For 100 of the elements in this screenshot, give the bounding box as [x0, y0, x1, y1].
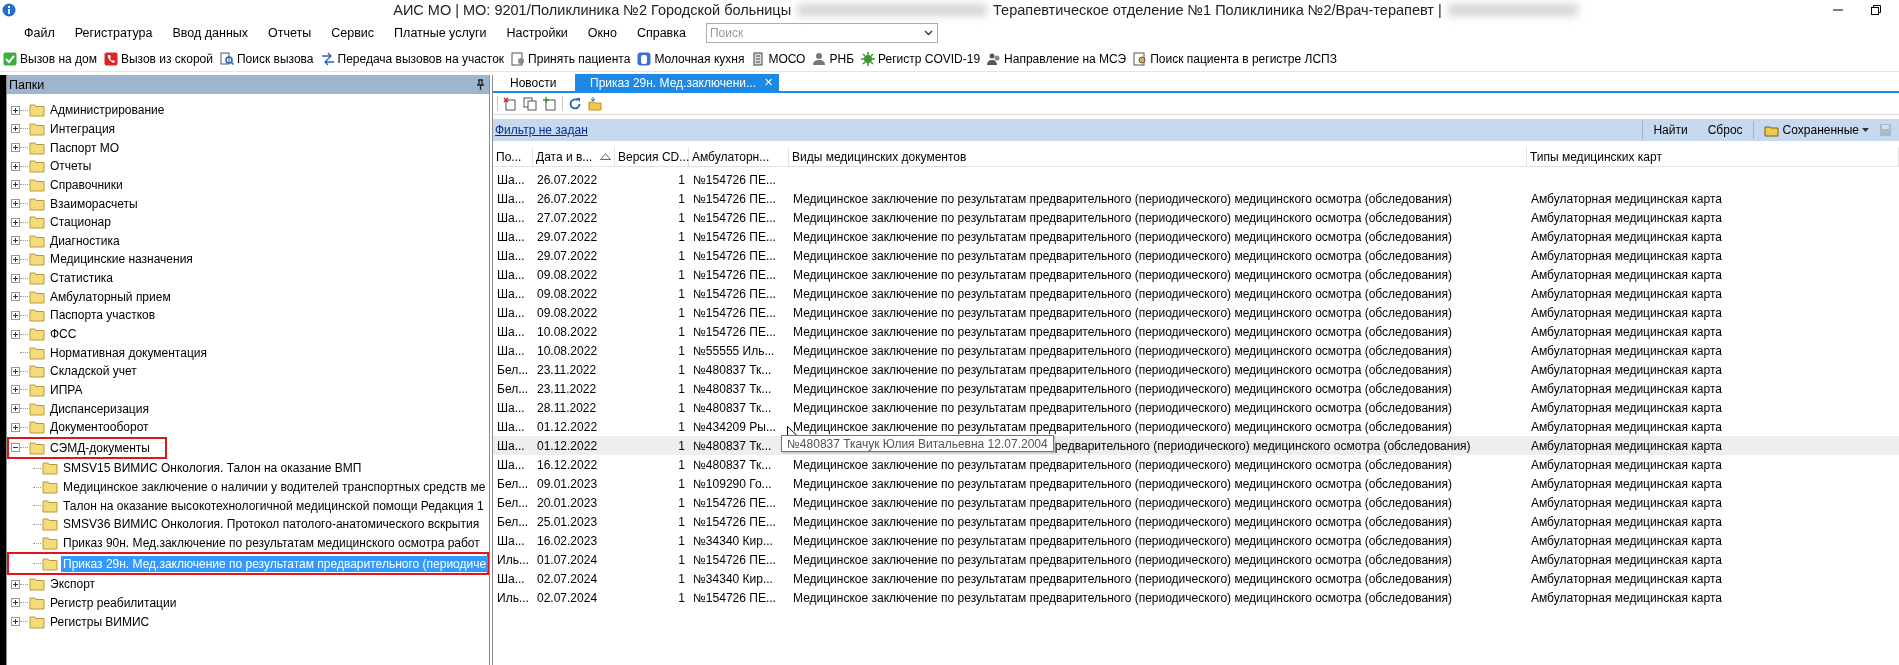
toolbar-button[interactable]: Передача вызовов на участок	[320, 51, 505, 66]
tree-item[interactable]: Справочники	[48, 176, 125, 193]
toolbar-button[interactable]: МОСО	[751, 51, 806, 66]
reset-button[interactable]: Сброс	[1697, 123, 1753, 137]
toolbar-button[interactable]: Вызов на дом	[3, 51, 97, 66]
menu-item[interactable]: Отчеты	[258, 23, 322, 43]
find-button[interactable]: Найти	[1643, 123, 1698, 137]
expand-icon[interactable]	[11, 199, 20, 208]
column-header[interactable]: Амбулаторн...	[689, 147, 789, 166]
tree-item[interactable]: Диспансеризация	[48, 400, 151, 417]
tree-item[interactable]: Статистика	[48, 270, 116, 287]
tree-item[interactable]: Амбулаторный прием	[48, 288, 173, 305]
table-cell-text: Амбулаторная медицинская карта	[1530, 267, 1723, 282]
column-header[interactable]: Версия CD...	[615, 147, 689, 166]
menu-item[interactable]: Ввод данных	[162, 23, 259, 43]
expand-icon[interactable]	[11, 404, 20, 414]
tree-item[interactable]: СЭМД-документы	[48, 439, 152, 456]
delete-document-icon[interactable]	[502, 95, 518, 112]
virus-icon	[861, 51, 875, 66]
tree-item[interactable]: Медицинские назначения	[48, 251, 195, 268]
expand-icon[interactable]	[11, 105, 20, 115]
pin-icon[interactable]	[476, 79, 485, 90]
expand-icon[interactable]	[11, 254, 20, 264]
tree-item[interactable]: Складской учет	[48, 363, 139, 380]
expand-icon[interactable]	[11, 124, 20, 134]
column-header[interactable]: Типы медицинских карт	[1527, 147, 1899, 166]
expand-icon[interactable]	[11, 579, 20, 589]
saved-filters-button[interactable]: Сохраненные	[1753, 123, 1879, 137]
tree-item[interactable]: Стационар	[48, 214, 113, 231]
expand-icon[interactable]	[11, 598, 20, 608]
expand-icon[interactable]	[11, 217, 20, 227]
expand-icon[interactable]	[11, 161, 20, 171]
table-cell-text: Амбулаторная медицинская карта	[1530, 457, 1723, 472]
tree-item[interactable]: Документооборот	[48, 419, 151, 436]
expand-icon[interactable]	[11, 422, 20, 432]
toolbar-button[interactable]: РНБ	[812, 51, 854, 66]
tree-item[interactable]: ИПРА	[48, 381, 85, 398]
menu-item[interactable]: Файл	[14, 23, 65, 43]
tree-item[interactable]: Диагностика	[48, 232, 122, 249]
menu-item[interactable]: Справка	[626, 23, 696, 43]
table-cell-text: №154726 ПЕ...	[692, 286, 777, 301]
menu-item[interactable]: Настройки	[496, 23, 578, 43]
tree-item[interactable]: Регистр реабилитации	[48, 594, 179, 611]
tree-item[interactable]: Администрирование	[48, 102, 167, 119]
expand-icon[interactable]	[11, 310, 20, 320]
tree-item[interactable]: Паспорта участков	[48, 307, 158, 324]
panel-title: Папки	[9, 77, 45, 92]
expand-icon[interactable]	[11, 329, 20, 339]
expand-icon[interactable]	[11, 617, 20, 627]
toolbar-button[interactable]: Вызов из скорой	[103, 51, 213, 66]
expand-icon[interactable]	[11, 292, 20, 302]
tree-item[interactable]: Взаиморасчеты	[48, 195, 140, 212]
copy-document-icon[interactable]	[522, 95, 538, 112]
window-title: АИС МО | МО: 9201/Поликлиника №2 Городской больницы	[393, 2, 792, 18]
menu-item[interactable]: Платные услуги	[384, 23, 497, 43]
column-header[interactable]: Дата и в...	[533, 147, 615, 166]
phone-icon	[103, 51, 118, 66]
tree-item[interactable]: SMSV36 ВИМИС Онкология. Протокол патолого-анатомического вскрытия	[61, 516, 482, 533]
tree-item[interactable]: ФСС	[48, 326, 79, 342]
tree-item[interactable]: Нормативная документация	[48, 344, 209, 361]
column-header[interactable]: Виды медицинских документов	[789, 147, 1527, 166]
tree-item[interactable]: Интеграция	[48, 120, 118, 137]
menu-item[interactable]: Сервис	[321, 23, 385, 43]
tree-item[interactable]: SMSV15 ВИМИС Онкология. Талон на оказание ВМП	[61, 460, 364, 477]
collapse-icon[interactable]	[11, 443, 20, 453]
expand-icon[interactable]	[11, 273, 20, 283]
tree-item[interactable]: Приказ 90н. Мед.заключение по результатам медицинского осмотра работ	[61, 535, 482, 552]
search-input[interactable]: Поиск	[706, 26, 924, 40]
table-cell-text: №154726 ПЕ...	[692, 552, 777, 567]
tree-item[interactable]: Регистры ВИМИС	[48, 613, 152, 630]
tree-item[interactable]: Медицинское заключение о наличии у водителей транспортных средств ме	[61, 479, 488, 496]
table-cell-text: №154726 ПЕ...	[692, 229, 777, 244]
toolbar-button[interactable]: Молочная кухня	[637, 51, 745, 66]
table-cell-text: Ша...	[496, 324, 526, 339]
filter-link[interactable]: Фильтр не задан	[495, 123, 588, 137]
toolbar-button[interactable]: Принять пациента	[511, 51, 631, 66]
table-cell-text: Амбулаторная медицинская карта	[1530, 229, 1723, 244]
toolbar-button[interactable]: Регистр COVID-19	[861, 51, 981, 66]
tab[interactable]: Приказ 29н. Мед.заключени... ✕	[575, 74, 779, 91]
table-cell-text: 1	[677, 362, 686, 377]
tree-item[interactable]: Экспорт	[48, 576, 98, 593]
expand-icon[interactable]	[11, 366, 20, 376]
expand-icon[interactable]	[11, 143, 20, 153]
close-icon[interactable]: ✕	[763, 76, 773, 89]
tree-item[interactable]: Паспорт МО	[48, 139, 122, 156]
expand-icon[interactable]	[11, 180, 20, 190]
toolbar-button[interactable]: Направление на МСЭ	[987, 51, 1127, 66]
menu-item[interactable]: Окно	[577, 23, 627, 43]
tree-item[interactable]: Отчеты	[48, 158, 94, 175]
add-document-icon[interactable]	[542, 95, 558, 112]
expand-icon[interactable]	[11, 236, 20, 246]
refresh-icon[interactable]	[567, 95, 583, 112]
menu-item[interactable]: Регистратура	[64, 23, 163, 43]
column-header[interactable]: По...	[493, 147, 533, 166]
toolbar-button[interactable]: Поиск пациента в регистре ЛСПЗ	[1133, 51, 1337, 66]
search-field[interactable]: Поиск	[705, 23, 938, 43]
tree-item[interactable]: Талон на оказание высокотехнологичной медицинской помощи Редакция 1	[61, 497, 486, 514]
expand-icon[interactable]	[11, 385, 20, 395]
toolbar-button[interactable]: Поиск вызова	[220, 51, 314, 66]
table-row[interactable]: Ша... 01.12.2022 1 №480837 Тк... №480837 Ткачук Юлия Витальевна 12.07.2004 редварительного (периодического) медицинского осмотра (обследования) Амбулаторная медицинская карта	[493, 436, 1899, 455]
